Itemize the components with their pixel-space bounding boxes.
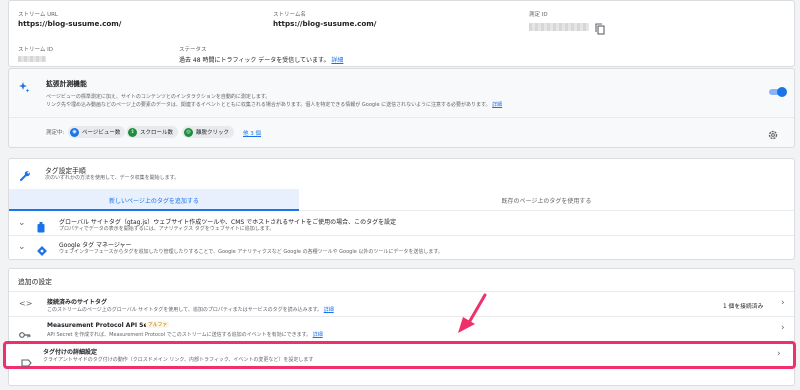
status-message: 過去 48 時間にトラフィック データを受信しています。: [179, 57, 330, 64]
row-connected-site-tags-desc-text: このストリームのページ上のグローバル サイトタグを使用して、追加のプロパティまた…: [47, 307, 323, 313]
eye-icon: ◉: [70, 127, 79, 137]
enhanced-learn-more-link[interactable]: 詳細: [492, 102, 502, 108]
chip-outbound-clicks-label: 離脱クリック: [196, 130, 230, 136]
additional-settings-heading: 追加の設定: [18, 278, 52, 286]
pointer-arrow-icon: [458, 293, 487, 333]
status-learn-more-link[interactable]: 詳細: [331, 57, 343, 64]
chip-outbound-clicks[interactable]: ◎ 離脱クリック: [182, 126, 235, 138]
row-measurement-protocol-desc-text: API Secret を作成すれば、Measurement Protocol で…: [47, 332, 312, 338]
enhanced-measurement-title: 拡張計測機能: [46, 80, 87, 88]
label-icon: [21, 352, 32, 367]
row-connected-site-tags-title: 接続済みのサイトタグ: [47, 299, 108, 306]
enhanced-divider: [9, 117, 794, 118]
measuring-label: 測定中:: [46, 130, 65, 136]
stream-name-label: ストリーム名: [273, 12, 306, 18]
stream-url-label: ストリーム URL: [18, 12, 58, 18]
tab-add-new-tag[interactable]: 新しいページ上のタグを追加する: [9, 189, 299, 211]
chevron-down-icon: ⌄: [18, 242, 26, 252]
more-events-link[interactable]: 他 3 個: [243, 129, 261, 137]
chip-pageviews[interactable]: ◉ ページビュー数: [68, 126, 126, 138]
tag-setup-subtitle: 次のいずれかの方法を使用して、データ収集を開始します。: [45, 175, 180, 181]
code-icon: <>: [19, 299, 33, 308]
chip-pageviews-label: ページビュー数: [82, 130, 121, 136]
enhanced-desc-line1: ページビューの標準測定に加え、サイトのコンテンツとのインタラクションを自動的に測…: [46, 94, 271, 100]
tag-icon: [37, 218, 45, 233]
stream-name-value: https://blog-susume.com/: [273, 19, 377, 28]
wrench-icon: [19, 167, 31, 181]
row-connected-site-tags[interactable]: <> 接続済みのサイトタグ このストリームのページ上のグローバル サイトタグを使…: [9, 292, 794, 317]
tag-manager-icon: [37, 241, 47, 256]
click-icon: ◎: [184, 127, 193, 137]
measurement-id-label: 測定 ID: [529, 12, 548, 18]
option-google-tag-manager-desc: ウェブインターフェースからタグを追加したり管理したりすることで、Google ア…: [59, 249, 443, 255]
scroll-icon: ↕: [128, 127, 137, 137]
row-connected-site-tags-desc: このストリームのページ上のグローバル サイトタグを使用して、追加のプロパティまた…: [47, 306, 334, 313]
connected-count: 1 個を接続済み: [723, 304, 764, 310]
enhanced-desc-line2: リンク先や埋め込み動画などのページ上の要素のデータは、関連するイベントとともに収…: [46, 101, 502, 108]
row-connected-site-tags-link[interactable]: 詳細: [324, 307, 334, 313]
stream-details-card: ストリーム URL https://blog-susume.com/ ストリーム…: [8, 0, 795, 67]
enhanced-measurement-card: 拡張計測機能 ページビューの標準測定に加え、サイトのコンテンツとのインタラクショ…: [8, 68, 795, 148]
chevron-right-icon: ›: [781, 323, 785, 333]
option-global-site-tag-desc: プロパティでデータの表示を開始するには、アナリティクス タグをウェブサイトに追加…: [59, 226, 275, 232]
chevron-down-icon: ⌄: [18, 218, 26, 228]
tab-use-existing-tag-label: 既存のページ上のタグを使用する: [501, 198, 592, 205]
row-measurement-protocol[interactable]: Measurement Protocol API Secret アルファ API…: [9, 318, 794, 342]
enhanced-desc-text: リンク先や埋め込み動画などのページ上の要素のデータは、関連するイベントとともに収…: [46, 102, 491, 108]
chip-scrolls[interactable]: ↕ スクロール数: [126, 126, 179, 138]
copy-icon[interactable]: [595, 20, 605, 35]
measurement-id-value: [529, 23, 589, 31]
chevron-right-icon: ›: [777, 349, 781, 359]
stream-url-value: https://blog-susume.com/: [18, 19, 122, 28]
tag-setup-card: タグ設定手順 次のいずれかの方法を使用して、データ収集を開始します。 新しいペー…: [8, 158, 795, 260]
row-advanced-tag-settings-title: タグ付けの詳細設定: [43, 349, 98, 356]
row-advanced-tag-settings-desc: クライアントサイドのタグ付けの動作（クロスドメイン リンク、内部トラフィック、イ…: [43, 357, 314, 363]
tab-add-new-tag-label: 新しいページ上のタグを追加する: [109, 198, 199, 205]
tab-use-existing-tag[interactable]: 既存のページ上のタグを使用する: [299, 189, 794, 211]
enhanced-toggle[interactable]: [769, 87, 787, 97]
row-measurement-protocol-desc: API Secret を作成すれば、Measurement Protocol で…: [47, 331, 323, 338]
gear-icon[interactable]: [767, 126, 779, 140]
chevron-right-icon: ›: [781, 298, 785, 308]
stream-id-label: ストリーム ID: [18, 47, 53, 53]
stream-id-value: [18, 56, 46, 62]
row-measurement-protocol-link[interactable]: 詳細: [313, 332, 323, 338]
status-text: 過去 48 時間にトラフィック データを受信しています。 詳細: [179, 55, 343, 64]
key-icon: [19, 325, 31, 338]
status-label: ステータス: [179, 47, 207, 53]
alpha-badge: アルファ: [146, 321, 170, 328]
sparkle-icon: [18, 78, 30, 93]
option-global-site-tag[interactable]: ⌄ グローバル サイトタグ（gtag.js）ウェブサイト作成ツールや、CMS で…: [9, 212, 794, 236]
chip-scrolls-label: スクロール数: [140, 130, 174, 136]
row-advanced-tag-settings[interactable]: タグ付けの詳細設定 クライアントサイドのタグ付けの動作（クロスドメイン リンク、…: [3, 341, 796, 369]
option-google-tag-manager[interactable]: ⌄ Google タグ マネージャー ウェブインターフェースからタグを追加したり…: [9, 237, 794, 260]
row-measurement-protocol-title: Measurement Protocol API Secret: [47, 322, 162, 329]
toggle-knob: [777, 87, 787, 97]
